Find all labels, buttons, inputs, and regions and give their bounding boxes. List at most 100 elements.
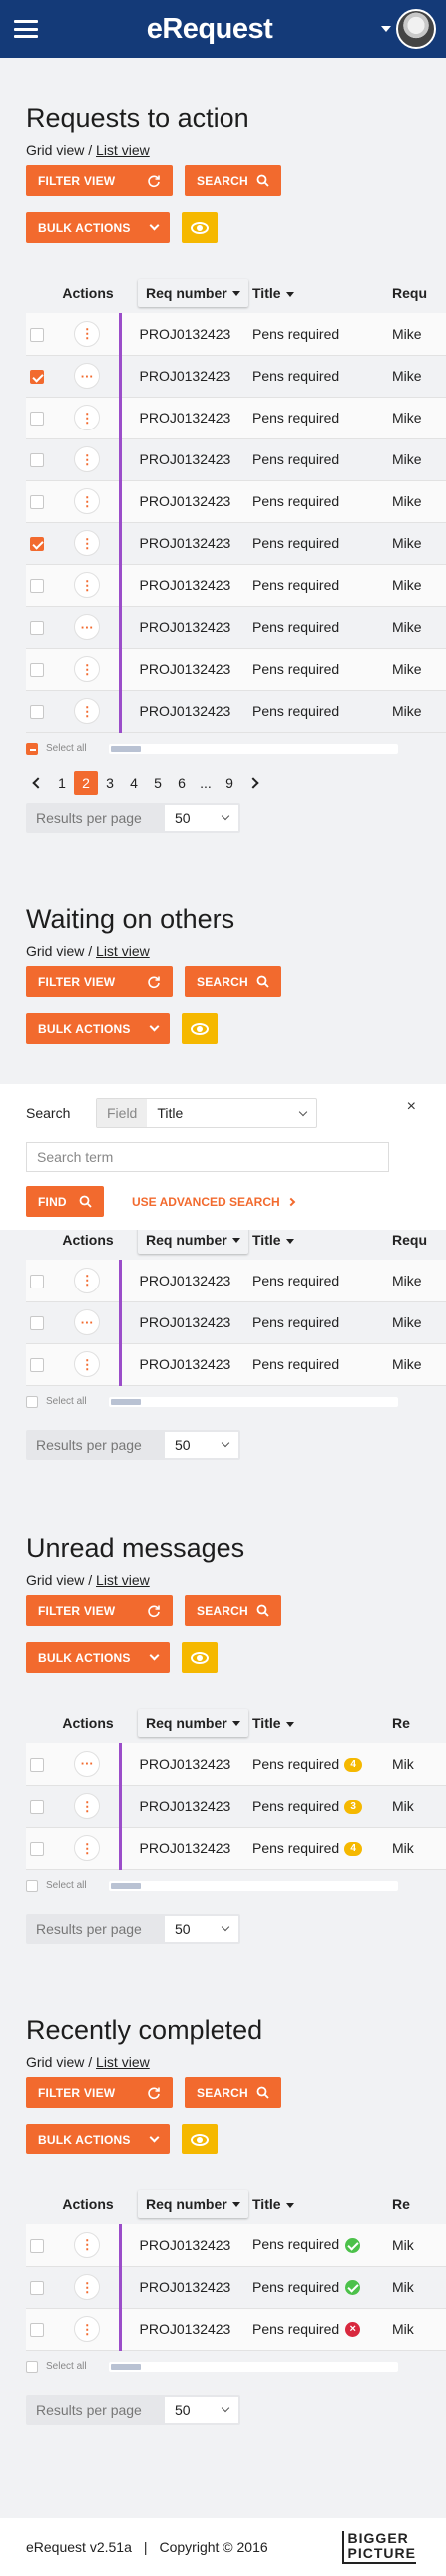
more-icon[interactable]: ⋮ [74, 320, 101, 347]
scrollbar-thumb[interactable] [110, 1398, 141, 1405]
row-checkbox[interactable] [30, 495, 44, 510]
table-row[interactable]: ⋮ PROJ0132423 Pens required Mike [26, 690, 446, 733]
more-icon[interactable]: ⋮ [74, 2274, 101, 2300]
grid-view-link[interactable]: Grid view [26, 943, 84, 959]
table-row[interactable]: ⋮ PROJ0132423 Pens required × Mik [26, 2308, 446, 2351]
row-checkbox[interactable] [30, 705, 44, 720]
req-number[interactable]: PROJ0132423 [140, 703, 231, 719]
more-icon[interactable]: ⋮ [74, 488, 101, 514]
list-view-link[interactable]: List view [96, 1572, 150, 1588]
bulk-actions-button[interactable]: BULK ACTIONS [26, 1013, 170, 1044]
req-number[interactable]: PROJ0132423 [140, 326, 231, 342]
table-row[interactable]: ⋮ PROJ0132423 Pens required Mike [26, 313, 446, 356]
table-row[interactable]: ⋮ PROJ0132423 Pens required 3 Mik [26, 1785, 446, 1828]
title-sort-button[interactable]: Title [252, 2196, 294, 2212]
filter-view-button[interactable]: FILTER VIEW [26, 165, 173, 196]
search-term-input[interactable]: Search term [26, 1142, 389, 1172]
row-checkbox[interactable] [30, 2281, 44, 2296]
eye-toggle-button[interactable] [182, 1013, 218, 1044]
req-number-sort-button[interactable]: Req number [138, 2190, 248, 2218]
advanced-search-link[interactable]: USE ADVANCED SEARCH [132, 1195, 295, 1209]
row-checkbox[interactable] [30, 2323, 44, 2338]
more-icon[interactable]: ⋮ [74, 1793, 101, 1819]
req-number-sort-button[interactable]: Req number [138, 279, 248, 307]
table-row[interactable]: ⋮ PROJ0132423 Pens required Mike [26, 1343, 446, 1386]
grid-view-link[interactable]: Grid view [26, 142, 84, 158]
req-number[interactable]: PROJ0132423 [140, 1756, 231, 1772]
row-checkbox[interactable] [30, 1757, 44, 1772]
horizontal-scrollbar[interactable] [108, 1396, 398, 1407]
results-per-page-select[interactable]: 50 [165, 1431, 238, 1458]
avatar[interactable] [395, 9, 436, 49]
table-row[interactable]: ··· PROJ0132423 Pens required 4 Mik [26, 1743, 446, 1786]
search-button[interactable]: SEARCH [185, 2077, 281, 2108]
req-number[interactable]: PROJ0132423 [140, 535, 231, 551]
table-row[interactable]: ··· PROJ0132423 Pens required Mike [26, 1301, 446, 1344]
page-5[interactable]: 5 [146, 771, 170, 795]
req-number[interactable]: PROJ0132423 [140, 493, 231, 509]
more-icon[interactable]: ··· [74, 363, 101, 389]
row-checkbox[interactable] [30, 327, 44, 342]
list-view-link[interactable]: List view [96, 2054, 150, 2070]
eye-toggle-button[interactable] [182, 1642, 218, 1673]
page-4[interactable]: 4 [122, 771, 146, 795]
results-per-page-select[interactable]: 50 [165, 2396, 238, 2423]
page-3[interactable]: 3 [98, 771, 122, 795]
list-view-link[interactable]: List view [96, 943, 150, 959]
row-checkbox[interactable] [30, 453, 44, 468]
horizontal-scrollbar[interactable] [108, 2361, 398, 2372]
page-9[interactable]: 9 [218, 771, 241, 795]
more-icon[interactable]: ⋮ [74, 572, 101, 598]
req-number[interactable]: PROJ0132423 [140, 410, 231, 426]
table-row[interactable]: ⋮ PROJ0132423 Pens required Mike [26, 522, 446, 565]
horizontal-scrollbar[interactable] [108, 1880, 398, 1891]
req-number[interactable]: PROJ0132423 [140, 2237, 231, 2253]
title-sort-button[interactable]: Title [252, 285, 294, 301]
page-2[interactable]: 2 [74, 770, 98, 795]
more-icon[interactable]: ⋮ [74, 2316, 101, 2342]
req-number[interactable]: PROJ0132423 [140, 1840, 231, 1856]
table-row[interactable]: ⋮ PROJ0132423 Pens required Mik [26, 2266, 446, 2309]
table-row[interactable]: ⋮ PROJ0132423 Pens required 4 Mik [26, 1827, 446, 1870]
row-checkbox[interactable] [30, 1316, 44, 1331]
filter-view-button[interactable]: FILTER VIEW [26, 1595, 173, 1626]
table-row[interactable]: ⋮ PROJ0132423 Pens required Mike [26, 438, 446, 481]
grid-view-link[interactable]: Grid view [26, 1572, 84, 1588]
select-all-checkbox[interactable] [26, 1395, 38, 1408]
req-number[interactable]: PROJ0132423 [140, 451, 231, 467]
more-icon[interactable]: ··· [74, 1309, 101, 1335]
more-icon[interactable]: ··· [74, 1750, 101, 1777]
row-checkbox[interactable] [30, 579, 44, 594]
eye-toggle-button[interactable] [182, 2124, 218, 2154]
select-all-checkbox[interactable] [26, 1879, 38, 1892]
bulk-actions-button[interactable]: BULK ACTIONS [26, 212, 170, 243]
req-number[interactable]: PROJ0132423 [140, 1314, 231, 1330]
req-number[interactable]: PROJ0132423 [140, 2321, 231, 2337]
eye-toggle-button[interactable] [182, 212, 218, 243]
table-row[interactable]: ⋮ PROJ0132423 Pens required Mike [26, 480, 446, 523]
scrollbar-thumb[interactable] [110, 1882, 141, 1889]
table-row[interactable]: ⋮ PROJ0132423 Pens required Mike [26, 648, 446, 691]
header-title[interactable]: Title [248, 1703, 392, 1743]
header-req-number[interactable]: Req number [120, 273, 248, 313]
req-number[interactable]: PROJ0132423 [140, 2279, 231, 2295]
close-icon[interactable]: × [407, 1098, 416, 1116]
title-sort-button[interactable]: Title [252, 1232, 294, 1248]
page-6[interactable]: 6 [170, 771, 194, 795]
table-row[interactable]: ⋮ PROJ0132423 Pens required Mike [26, 1260, 446, 1302]
results-per-page-select[interactable]: 50 [165, 804, 238, 831]
row-checkbox[interactable] [30, 1842, 44, 1857]
filter-view-button[interactable]: FILTER VIEW [26, 966, 173, 997]
row-checkbox[interactable] [30, 1358, 44, 1373]
search-button[interactable]: SEARCH [185, 1595, 281, 1626]
more-icon[interactable]: ⋮ [74, 656, 101, 682]
page-1[interactable]: 1 [50, 771, 74, 795]
req-number[interactable]: PROJ0132423 [140, 1356, 231, 1372]
find-button[interactable]: FIND [26, 1186, 104, 1217]
more-icon[interactable]: ⋮ [74, 1835, 101, 1861]
req-number-sort-button[interactable]: Req number [138, 1709, 248, 1737]
row-checkbox[interactable] [30, 663, 44, 678]
header-title[interactable]: Title [248, 273, 392, 313]
row-checkbox[interactable] [30, 2238, 44, 2253]
table-row[interactable]: ··· PROJ0132423 Pens required Mike [26, 606, 446, 649]
